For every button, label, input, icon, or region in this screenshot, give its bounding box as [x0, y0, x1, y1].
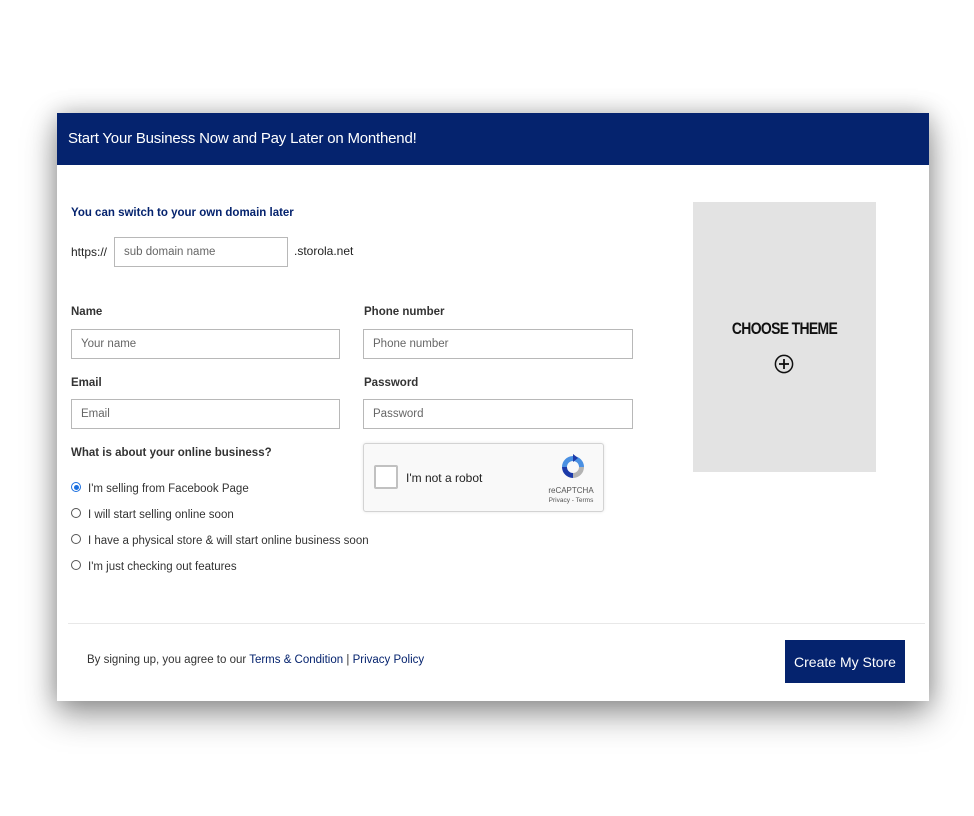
phone-input[interactable]: [363, 329, 633, 359]
privacy-link[interactable]: Privacy Policy: [353, 654, 425, 666]
terms-notice: By signing up, you agree to our Terms & …: [87, 654, 424, 666]
email-input[interactable]: [71, 399, 340, 429]
business-option-label: I will start selling online soon: [88, 509, 234, 521]
recaptcha-widget: I'm not a robot reCAPTCHA Privacy - Term…: [363, 443, 604, 512]
terms-notice-text: By signing up, you agree to our: [87, 654, 247, 666]
password-input[interactable]: [363, 399, 633, 429]
email-label: Email: [71, 377, 102, 389]
domain-suffix: .storola.net: [294, 244, 354, 258]
radio-button[interactable]: [71, 482, 81, 492]
phone-label: Phone number: [364, 306, 445, 318]
radio-button[interactable]: [71, 508, 81, 518]
name-label: Name: [71, 306, 103, 318]
business-option-facebook[interactable]: I'm selling from Facebook Page: [71, 481, 249, 497]
plus-circle-icon[interactable]: [774, 354, 794, 374]
choose-theme-title: CHOOSE THEME: [731, 319, 838, 338]
page-header: Start Your Business Now and Pay Later on…: [57, 113, 929, 165]
domain-prefix: https://: [71, 245, 108, 259]
domain-hint: You can switch to your own domain later: [71, 207, 294, 219]
recaptcha-logo-icon: [562, 454, 584, 478]
business-option-checking-features[interactable]: I'm just checking out features: [71, 559, 237, 575]
recaptcha-links[interactable]: Privacy - Terms: [532, 497, 610, 504]
link-separator: |: [346, 654, 350, 666]
recaptcha-checkbox[interactable]: [374, 465, 398, 489]
business-option-start-online[interactable]: I will start selling online soon: [71, 507, 234, 523]
business-option-label: I'm just checking out features: [88, 561, 237, 573]
footer-divider: [68, 623, 925, 624]
business-option-label: I'm selling from Facebook Page: [88, 483, 249, 495]
radio-button[interactable]: [71, 560, 81, 570]
signup-card: Start Your Business Now and Pay Later on…: [57, 113, 929, 701]
name-input[interactable]: [71, 329, 340, 359]
radio-button[interactable]: [71, 534, 81, 544]
password-label: Password: [364, 377, 419, 389]
choose-theme-panel[interactable]: CHOOSE THEME: [693, 202, 876, 472]
business-option-physical-store[interactable]: I have a physical store & will start onl…: [71, 533, 369, 549]
recaptcha-brand: reCAPTCHA: [548, 486, 594, 495]
create-store-button[interactable]: Create My Store: [785, 640, 905, 683]
business-option-label: I have a physical store & will start onl…: [88, 535, 369, 547]
terms-link[interactable]: Terms & Condition: [249, 654, 343, 666]
recaptcha-label: I'm not a robot: [406, 471, 483, 485]
subdomain-input[interactable]: [114, 237, 288, 267]
business-question: What is about your online business?: [71, 447, 272, 459]
